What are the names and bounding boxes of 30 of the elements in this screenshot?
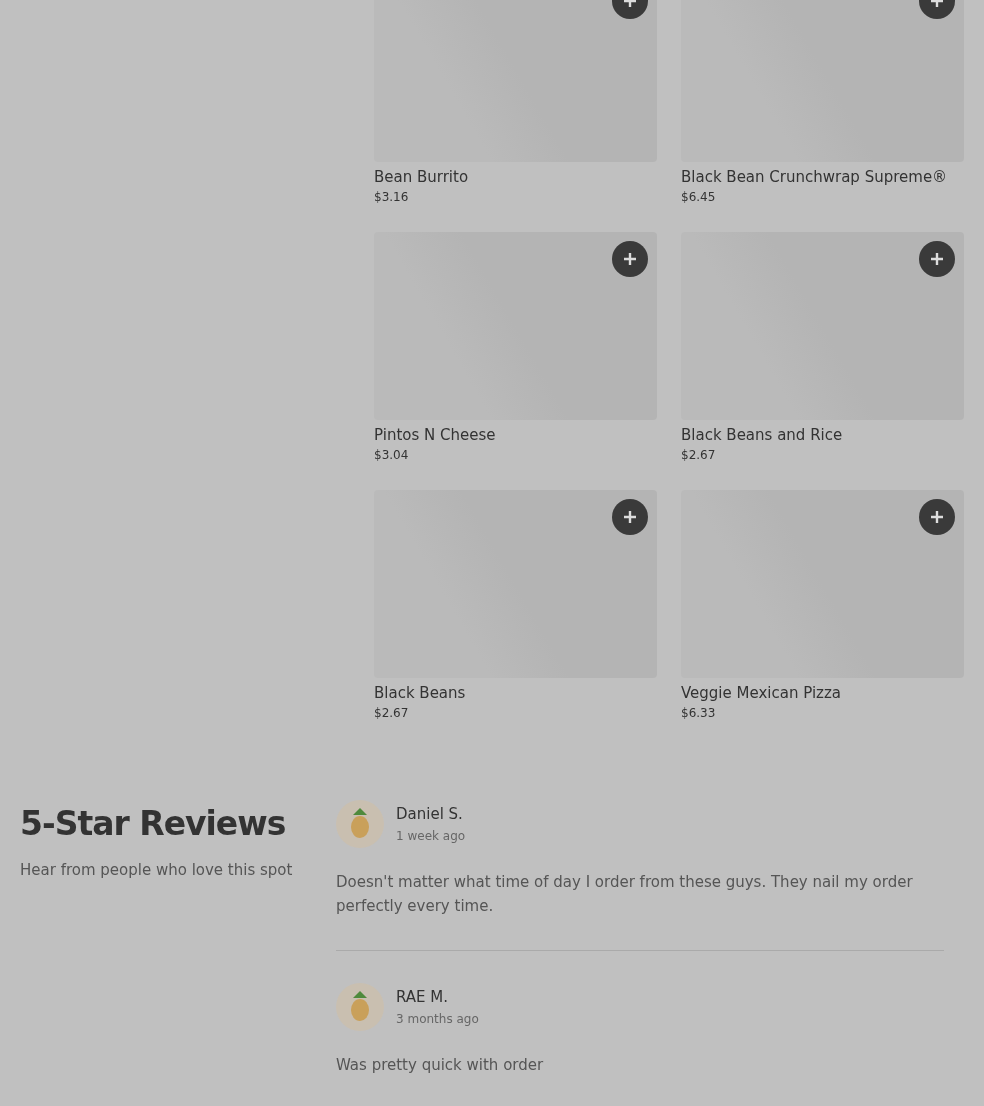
add-button[interactable] <box>612 241 648 277</box>
section-title: 5-Star Reviews <box>20 804 287 843</box>
review-text: Was pretty quick with order <box>336 1055 545 1076</box>
plus-icon <box>623 252 637 266</box>
reviewer-name: RAE M. <box>396 988 450 1006</box>
review-time: 1 week ago <box>396 829 466 843</box>
plus-icon <box>930 252 944 266</box>
add-button[interactable] <box>919 241 955 277</box>
add-button[interactable] <box>612 499 648 535</box>
pineapple-avatar-icon <box>336 983 384 1031</box>
add-button[interactable] <box>919 499 955 535</box>
item-price: $3.04 <box>374 448 410 462</box>
section-subtitle: Hear from people who love this spot <box>20 861 294 879</box>
plus-icon <box>930 510 944 524</box>
plus-icon <box>623 510 637 524</box>
item-price: $6.33 <box>681 706 717 720</box>
item-name: Black Beans <box>374 683 467 704</box>
item-name: Veggie Mexican Pizza <box>681 683 843 704</box>
pineapple-avatar-icon <box>336 800 384 848</box>
item-price: $3.16 <box>374 190 410 204</box>
reviewer-name: Daniel S. <box>396 805 464 823</box>
item-name: Black Beans and Rice <box>681 425 844 446</box>
review-time: 3 months ago <box>396 1012 479 1026</box>
item-price: $6.45 <box>681 190 717 204</box>
review-text: Doesn't matter what time of day I order from these guys. They nail my order perfectly every time. <box>336 872 914 917</box>
item-name: Bean Burrito <box>374 167 470 188</box>
item-name: Black Bean Crunchwrap Supreme® <box>681 167 949 188</box>
item-price: $2.67 <box>681 448 717 462</box>
item-name: Pintos N Cheese <box>374 425 497 446</box>
item-price: $2.67 <box>374 706 410 720</box>
